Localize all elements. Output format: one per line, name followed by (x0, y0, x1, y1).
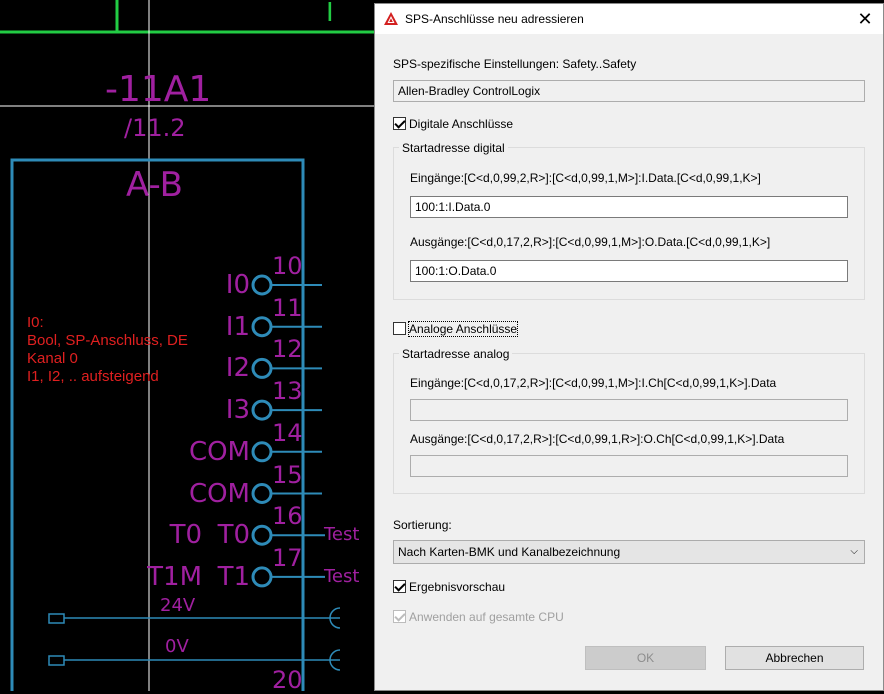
module-outline (10, 158, 305, 691)
readdress-dialog: SPS-Anschlüsse neu adressieren ✕ SPS-spe… (374, 3, 884, 691)
pin-connector-icon[interactable] (251, 316, 273, 338)
dialog-title: SPS-Anschlüsse neu adressieren (405, 12, 584, 26)
pin-number: 11 (272, 293, 303, 322)
digital-inputs-label: Eingänge:[C<d,0,99,2,R>]:[C<d,0,99,1,M>]… (410, 171, 761, 185)
pin-number: 10 (272, 252, 303, 280)
pin-connector-icon[interactable] (251, 399, 273, 421)
plc-type-field: Allen-Bradley ControlLogix (393, 80, 865, 102)
chevron-down-icon: ⌵ (850, 546, 858, 557)
apply-cpu-checkbox (393, 610, 406, 623)
pin-function-label: T0 (169, 520, 202, 551)
analog-inputs-label: Eingänge:[C<d,0,17,2,R>]:[C<d,0,99,1,M>]… (410, 376, 777, 390)
note-line: Kanal 0 (27, 350, 78, 367)
dialog-titlebar[interactable]: SPS-Anschlüsse neu adressieren ✕ (375, 4, 883, 34)
digital-checkbox-label[interactable]: Digitale Anschlüsse (409, 117, 513, 131)
supply-terminal-0v (48, 655, 65, 666)
page-reference: /11.2 (124, 114, 186, 142)
pin-external-label: Test (324, 524, 360, 546)
pin-name: T1 (217, 561, 250, 592)
pin-external-label: Test (324, 565, 360, 587)
pin-name: T0 (217, 520, 250, 551)
pin-name: COM (188, 478, 250, 509)
pin-note: I0: Bool, SP-Anschluss, DE Kanal 0 I1, I… (27, 314, 188, 386)
pin-name: I2 (225, 353, 250, 384)
supply-terminal-24v (48, 613, 65, 624)
pin-number: 16 (272, 502, 303, 531)
digital-inputs-field[interactable]: 100:1:I.Data.0 (410, 196, 848, 218)
pin-connector-icon[interactable] (251, 524, 273, 546)
supply-label-24v: 24V (160, 595, 196, 616)
pin-name: I3 (225, 395, 250, 426)
analog-group-title: Startadresse analog (399, 347, 513, 361)
digital-outputs-label: Ausgänge:[C<d,0,17,2,R>]:[C<d,0,99,1,M>]… (410, 235, 771, 249)
note-line: I0: (27, 314, 44, 331)
note-line: I1, I2, .. aufsteigend (27, 368, 159, 385)
pin-connector-icon[interactable] (251, 357, 273, 379)
analog-outputs-label: Ausgänge:[C<d,0,17,2,R>]:[C<d,0,99,1,R>]… (410, 432, 785, 446)
pin-number: 13 (272, 377, 303, 406)
ok-button: OK (585, 646, 706, 670)
analog-checkbox[interactable] (393, 322, 406, 335)
settings-label: SPS-spezifische Einstellungen: Safety..S… (393, 57, 637, 71)
apply-cpu-checkbox-label: Anwenden auf gesamte CPU (409, 610, 564, 624)
note-line: Bool, SP-Anschluss, DE (27, 332, 188, 349)
module-name: A-B (126, 165, 183, 205)
pin-connector-icon[interactable] (251, 566, 273, 588)
sorting-value: Nach Karten-BMK und Kanalbezeichnung (398, 545, 621, 559)
pin-function-label: T1M (147, 561, 202, 592)
pin-name: I1 (225, 311, 250, 342)
pin-number: 17 (272, 543, 303, 572)
analog-outputs-field (410, 455, 848, 477)
pin-number: 14 (272, 418, 303, 447)
pin-name: COM (188, 436, 250, 467)
digital-checkbox[interactable] (393, 117, 406, 130)
close-icon[interactable]: ✕ (855, 9, 875, 29)
analog-checkbox-label[interactable]: Analoge Anschlüsse (407, 321, 519, 337)
pin-connector-icon[interactable] (251, 483, 273, 504)
pin-connector-icon[interactable] (251, 274, 273, 296)
digital-group-title: Startadresse digital (399, 141, 508, 155)
pin-number-bottom: 20 (272, 666, 303, 694)
cancel-button[interactable]: Abbrechen (725, 646, 864, 670)
supply-label-0v: 0V (165, 636, 189, 657)
pin-name: I0 (225, 270, 250, 300)
sorting-label: Sortierung: (393, 518, 452, 532)
pin-connector-icon[interactable] (251, 441, 273, 463)
pin-number: 12 (272, 335, 303, 364)
sorting-dropdown[interactable]: Nach Karten-BMK und Kanalbezeichnung ⌵ (393, 540, 865, 564)
top-label: I (326, 0, 334, 28)
preview-checkbox-label[interactable]: Ergebnisvorschau (409, 580, 505, 594)
digital-outputs-field[interactable]: 100:1:O.Data.0 (410, 260, 848, 282)
analog-inputs-field (410, 399, 848, 421)
preview-checkbox[interactable] (393, 580, 406, 593)
app-warning-icon (384, 12, 398, 25)
pin-number: 15 (272, 460, 303, 489)
device-tag[interactable]: -11A1 (105, 72, 211, 108)
